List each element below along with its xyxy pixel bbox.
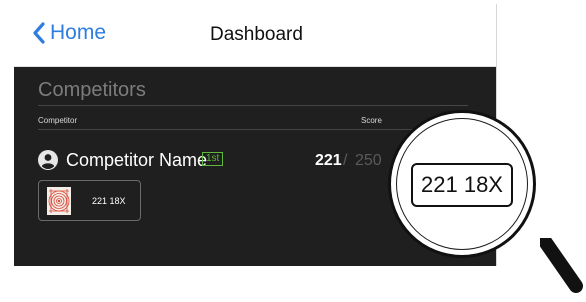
page-title: Dashboard xyxy=(210,24,303,45)
score-max: 250 xyxy=(355,152,382,169)
column-header-score: Score xyxy=(361,116,382,125)
rank-badge: 1st xyxy=(202,152,224,166)
target-card[interactable]: 221 18X xyxy=(38,180,141,221)
back-label: Home xyxy=(50,21,107,44)
target-thumbnail-icon xyxy=(47,187,71,215)
header-divider xyxy=(38,129,468,130)
score-value: 221 xyxy=(315,152,342,169)
score-separator: / xyxy=(343,152,348,169)
target-label: 221 18X xyxy=(92,196,126,206)
back-button[interactable]: Home xyxy=(32,20,106,46)
competitor-name[interactable]: Competitor Name xyxy=(66,150,207,171)
heading-divider xyxy=(38,105,468,106)
user-circle-icon xyxy=(38,150,58,170)
magnified-score-text: 221 18X xyxy=(411,163,513,207)
magnifying-glass-icon xyxy=(540,238,583,293)
navigation-bar: Home Dashboard xyxy=(14,4,496,67)
chevron-left-icon xyxy=(33,22,45,44)
section-heading: Competitors xyxy=(38,79,146,101)
column-header-competitor: Competitor xyxy=(38,116,78,125)
